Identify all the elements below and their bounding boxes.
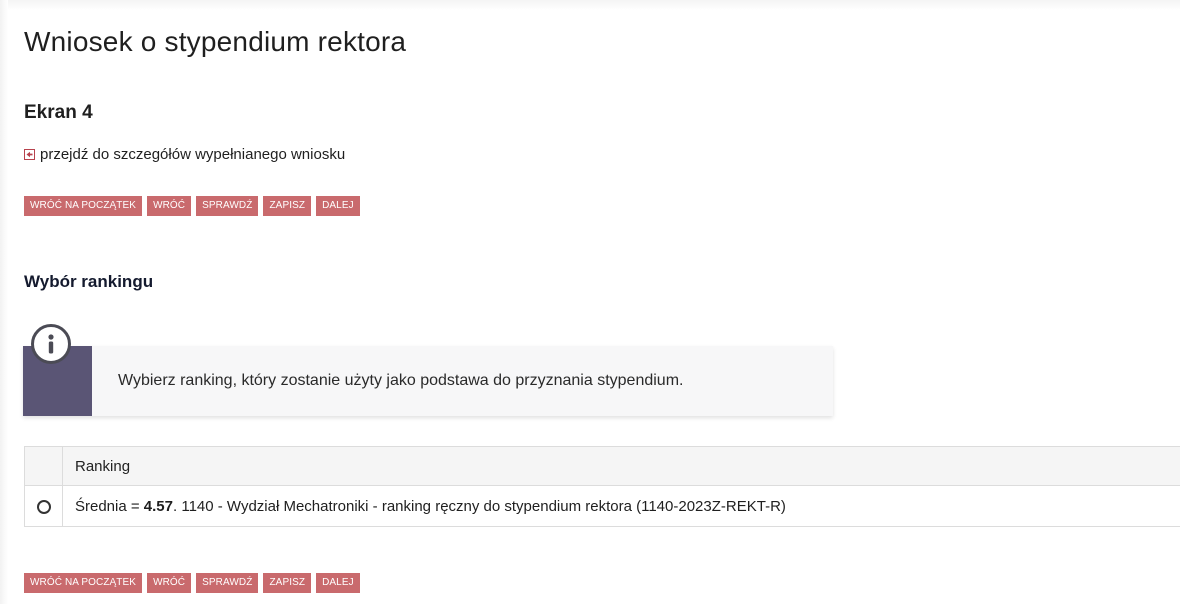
page: Wniosek o stypendium rektora Ekran 4 prz… (0, 0, 1180, 604)
check-button[interactable]: SPRAWDŹ (196, 196, 259, 216)
back-button[interactable]: WRÓĆ (147, 196, 192, 216)
table-header-row: Ranking (24, 446, 1180, 486)
top-button-bar: WRÓĆ NA POCZĄTEK WRÓĆ SPRAWDŹ ZAPISZ DAL… (24, 196, 360, 216)
back-button[interactable]: WRÓĆ (147, 573, 192, 593)
next-button[interactable]: DALEJ (316, 196, 360, 216)
back-to-start-button[interactable]: WRÓĆ NA POCZĄTEK (24, 196, 143, 216)
page-title: Wniosek o stypendium rektora (24, 26, 407, 57)
save-button[interactable]: ZAPISZ (263, 196, 312, 216)
save-button[interactable]: ZAPISZ (263, 573, 312, 593)
next-button[interactable]: DALEJ (316, 573, 360, 593)
bottom-button-bar: WRÓĆ NA POCZĄTEK WRÓĆ SPRAWDŹ ZAPISZ DAL… (24, 573, 360, 593)
ranking-average-prefix: Średnia = (75, 497, 144, 515)
ranking-radio-button[interactable] (36, 499, 51, 514)
details-link-label[interactable]: przejdź do szczegółów wypełnianego wnios… (40, 146, 345, 163)
screen-label: Ekran 4 (24, 102, 93, 123)
section-title: Wybór rankingu (24, 272, 154, 291)
back-to-start-button[interactable]: WRÓĆ NA POCZĄTEK (24, 573, 143, 593)
left-shadow-divider (0, 0, 8, 604)
ranking-cell: Średnia = 4.57. 1140 - Wydział Mechatron… (62, 485, 1180, 527)
info-message: Wybierz ranking, który zostanie użyty ja… (118, 372, 684, 389)
details-link[interactable]: przejdź do szczegółów wypełnianego wnios… (24, 146, 345, 163)
top-shadow-divider (0, 0, 1180, 10)
arrow-left-box-icon (24, 149, 35, 160)
info-icon (31, 324, 71, 364)
ranking-table: Ranking Średnia = 4.57. 1140 - Wydział M… (24, 446, 1180, 527)
ranking-average-value: 4.57 (143, 497, 173, 515)
ranking-description: . 1140 - Wydział Mechatroniki - ranking … (173, 497, 786, 515)
check-button[interactable]: SPRAWDŹ (196, 573, 259, 593)
ranking-column-header: Ranking (62, 446, 1180, 486)
ranking-select-cell[interactable] (24, 485, 63, 527)
table-row[interactable]: Średnia = 4.57. 1140 - Wydział Mechatron… (24, 485, 1180, 527)
info-box: Wybierz ranking, który zostanie użyty ja… (23, 324, 833, 416)
select-column-header (24, 446, 63, 486)
